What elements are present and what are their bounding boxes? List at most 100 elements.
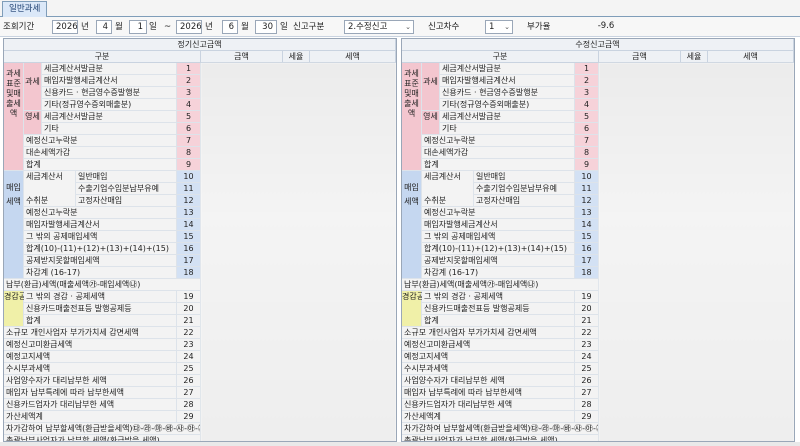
row-label-r25: 수시부과세액 — [402, 363, 575, 375]
row-label-final: 차가감하여 납부할세액(환급받을세액)㉰-㉱-㉲-㉳-㉴-㉵-㉶+㉷ — [4, 423, 201, 435]
col-category-header: 구분 — [402, 51, 599, 63]
row-number: 3 — [177, 87, 201, 99]
row-number: 3 — [575, 87, 599, 99]
row-number: 7 — [177, 135, 201, 147]
row-number: 13 — [177, 207, 201, 219]
row-number: 11 — [177, 183, 201, 195]
row-number: 8 — [575, 147, 599, 159]
row-label-r27: 매입자 납부특례에 따라 납부한세액 — [402, 387, 575, 399]
row-number: 4 — [177, 99, 201, 111]
group-purchase: 매입세액 — [4, 171, 24, 279]
row-number: 7 — [575, 135, 599, 147]
end-year-input[interactable]: 2026 — [176, 20, 202, 34]
row-label-r2: 매입자발행세금계산서 — [440, 75, 575, 87]
group-taxable: 과세 — [24, 63, 42, 111]
vat-rate-label: 부가율 — [527, 22, 551, 32]
start-year-input[interactable]: 2026 — [52, 20, 78, 34]
group-receipt: 수취분 — [24, 195, 76, 207]
row-number: 2 — [575, 75, 599, 87]
row-number: 28 — [575, 399, 599, 411]
end-month-unit: 월 — [241, 22, 249, 32]
row-number: 25 — [177, 363, 201, 375]
col-amount-header: 금액 — [201, 51, 283, 63]
period-label: 조회기간 — [3, 22, 35, 32]
panel-title: 정기신고금액 — [4, 39, 396, 51]
row-label-r13: 예정신고누락분 — [24, 207, 177, 219]
row-number: 12 — [177, 195, 201, 207]
group-tax-base: 과세표준및매출세액 — [402, 63, 422, 171]
row-label-r25: 수시부과세액 — [4, 363, 177, 375]
row-label-r8: 대손세액가감 — [422, 147, 575, 159]
row-label-r27: 매입자 납부특례에 따라 납부한세액 — [4, 387, 177, 399]
row-label-r14: 매입자발행세금계산서 — [422, 219, 575, 231]
row-label-r14: 매입자발행세금계산서 — [24, 219, 177, 231]
row-label-r11: 수출기업수입분납부유예 — [474, 183, 575, 195]
row-label-r3: 신용카드 · 현금영수증발행분 — [42, 87, 177, 99]
group-receipt: 수취분 — [422, 195, 474, 207]
row-label-total: 총괄납부사업자가 납부할 세액(환급받을 세액) — [4, 435, 201, 441]
amount-values-area[interactable] — [599, 63, 794, 441]
query-toolbar: 조회기간 2026 년 4 월 1 일 ~ 2026 년 6 월 30 일 신고… — [0, 17, 800, 37]
row-number: 17 — [575, 255, 599, 267]
group-tax-invoice: 세금계산서 — [422, 171, 474, 195]
row-label-r9: 합계 — [422, 159, 575, 171]
row-label-r7: 예정신고누락분 — [422, 135, 575, 147]
filing-seq-select[interactable]: 1 ⌄ — [485, 20, 513, 34]
row-label-r5: 세금계산서발급분 — [42, 111, 177, 123]
row-label-r11: 수출기업수입분납부유예 — [76, 183, 177, 195]
row-label-r24: 예정고지세액 — [4, 351, 177, 363]
row-number: 24 — [575, 351, 599, 363]
row-number: 18 — [177, 267, 201, 279]
row-number: 6 — [575, 123, 599, 135]
row-number: 21 — [177, 315, 201, 327]
status-bar — [0, 442, 800, 446]
end-month-input[interactable]: 6 — [222, 20, 238, 34]
col-tax-header: 세액 — [310, 51, 396, 63]
row-label-r28: 신용카드업자가 대리납부한 세액 — [4, 399, 177, 411]
row-label-r10: 일반매입 — [474, 171, 575, 183]
row-number: 5 — [177, 111, 201, 123]
end-day-input[interactable]: 30 — [255, 20, 277, 34]
col-tax-header: 세액 — [708, 51, 794, 63]
row-number: 13 — [575, 207, 599, 219]
row-label-r19: 그 밖의 경감 · 공제세액 — [24, 291, 177, 303]
row-number: 6 — [177, 123, 201, 135]
row-number: 10 — [575, 171, 599, 183]
row-label-r18: 차감계 (16-17) — [24, 267, 177, 279]
filing-seq-label: 신고차수 — [428, 22, 460, 32]
amount-values-area[interactable] — [201, 63, 396, 441]
row-number: 1 — [575, 63, 599, 75]
filing-type-select[interactable]: 2.수정신고 ⌄ — [344, 20, 414, 34]
tab-general-tax[interactable]: 일반과세 — [2, 1, 48, 17]
row-number: 17 — [177, 255, 201, 267]
year-unit: 년 — [81, 22, 89, 32]
chevron-down-icon: ⌄ — [405, 23, 411, 31]
end-year-unit: 년 — [205, 22, 213, 32]
row-number: 8 — [177, 147, 201, 159]
vat-rate-value: -9.6 — [597, 21, 615, 31]
row-label-r8: 대손세액가감 — [24, 147, 177, 159]
group-purchase: 매입세액 — [402, 171, 422, 279]
row-number: 1 — [177, 63, 201, 75]
row-label-r21: 합계 — [422, 315, 575, 327]
row-number: 20 — [575, 303, 599, 315]
row-label-r22: 소규모 개인사업자 부가가치세 감면세액 — [4, 327, 177, 339]
row-label-r16: 합계(10)-(11)+(12)+(13)+(14)+(15) — [422, 243, 575, 255]
row-label-r18: 차감계 (16-17) — [422, 267, 575, 279]
row-label-r6: 기타 — [42, 123, 177, 135]
row-number: 2 — [177, 75, 201, 87]
row-number: 15 — [177, 231, 201, 243]
start-month-input[interactable]: 4 — [96, 20, 112, 34]
filing-type-value: 2.수정신고 — [348, 22, 388, 32]
row-number: 16 — [177, 243, 201, 255]
end-day-unit: 일 — [280, 22, 288, 32]
row-number: 27 — [575, 387, 599, 399]
start-day-input[interactable]: 1 — [129, 20, 147, 34]
row-number: 14 — [177, 219, 201, 231]
row-label-r24: 예정고지세액 — [402, 351, 575, 363]
row-number: 18 — [575, 267, 599, 279]
row-label-r26: 사업양수자가 대리납부한 세액 — [4, 375, 177, 387]
day-unit: 일 — [149, 22, 157, 32]
row-label-r23: 예정신고미환급세액 — [4, 339, 177, 351]
group-tax-base: 과세표준및매출세액 — [4, 63, 24, 171]
